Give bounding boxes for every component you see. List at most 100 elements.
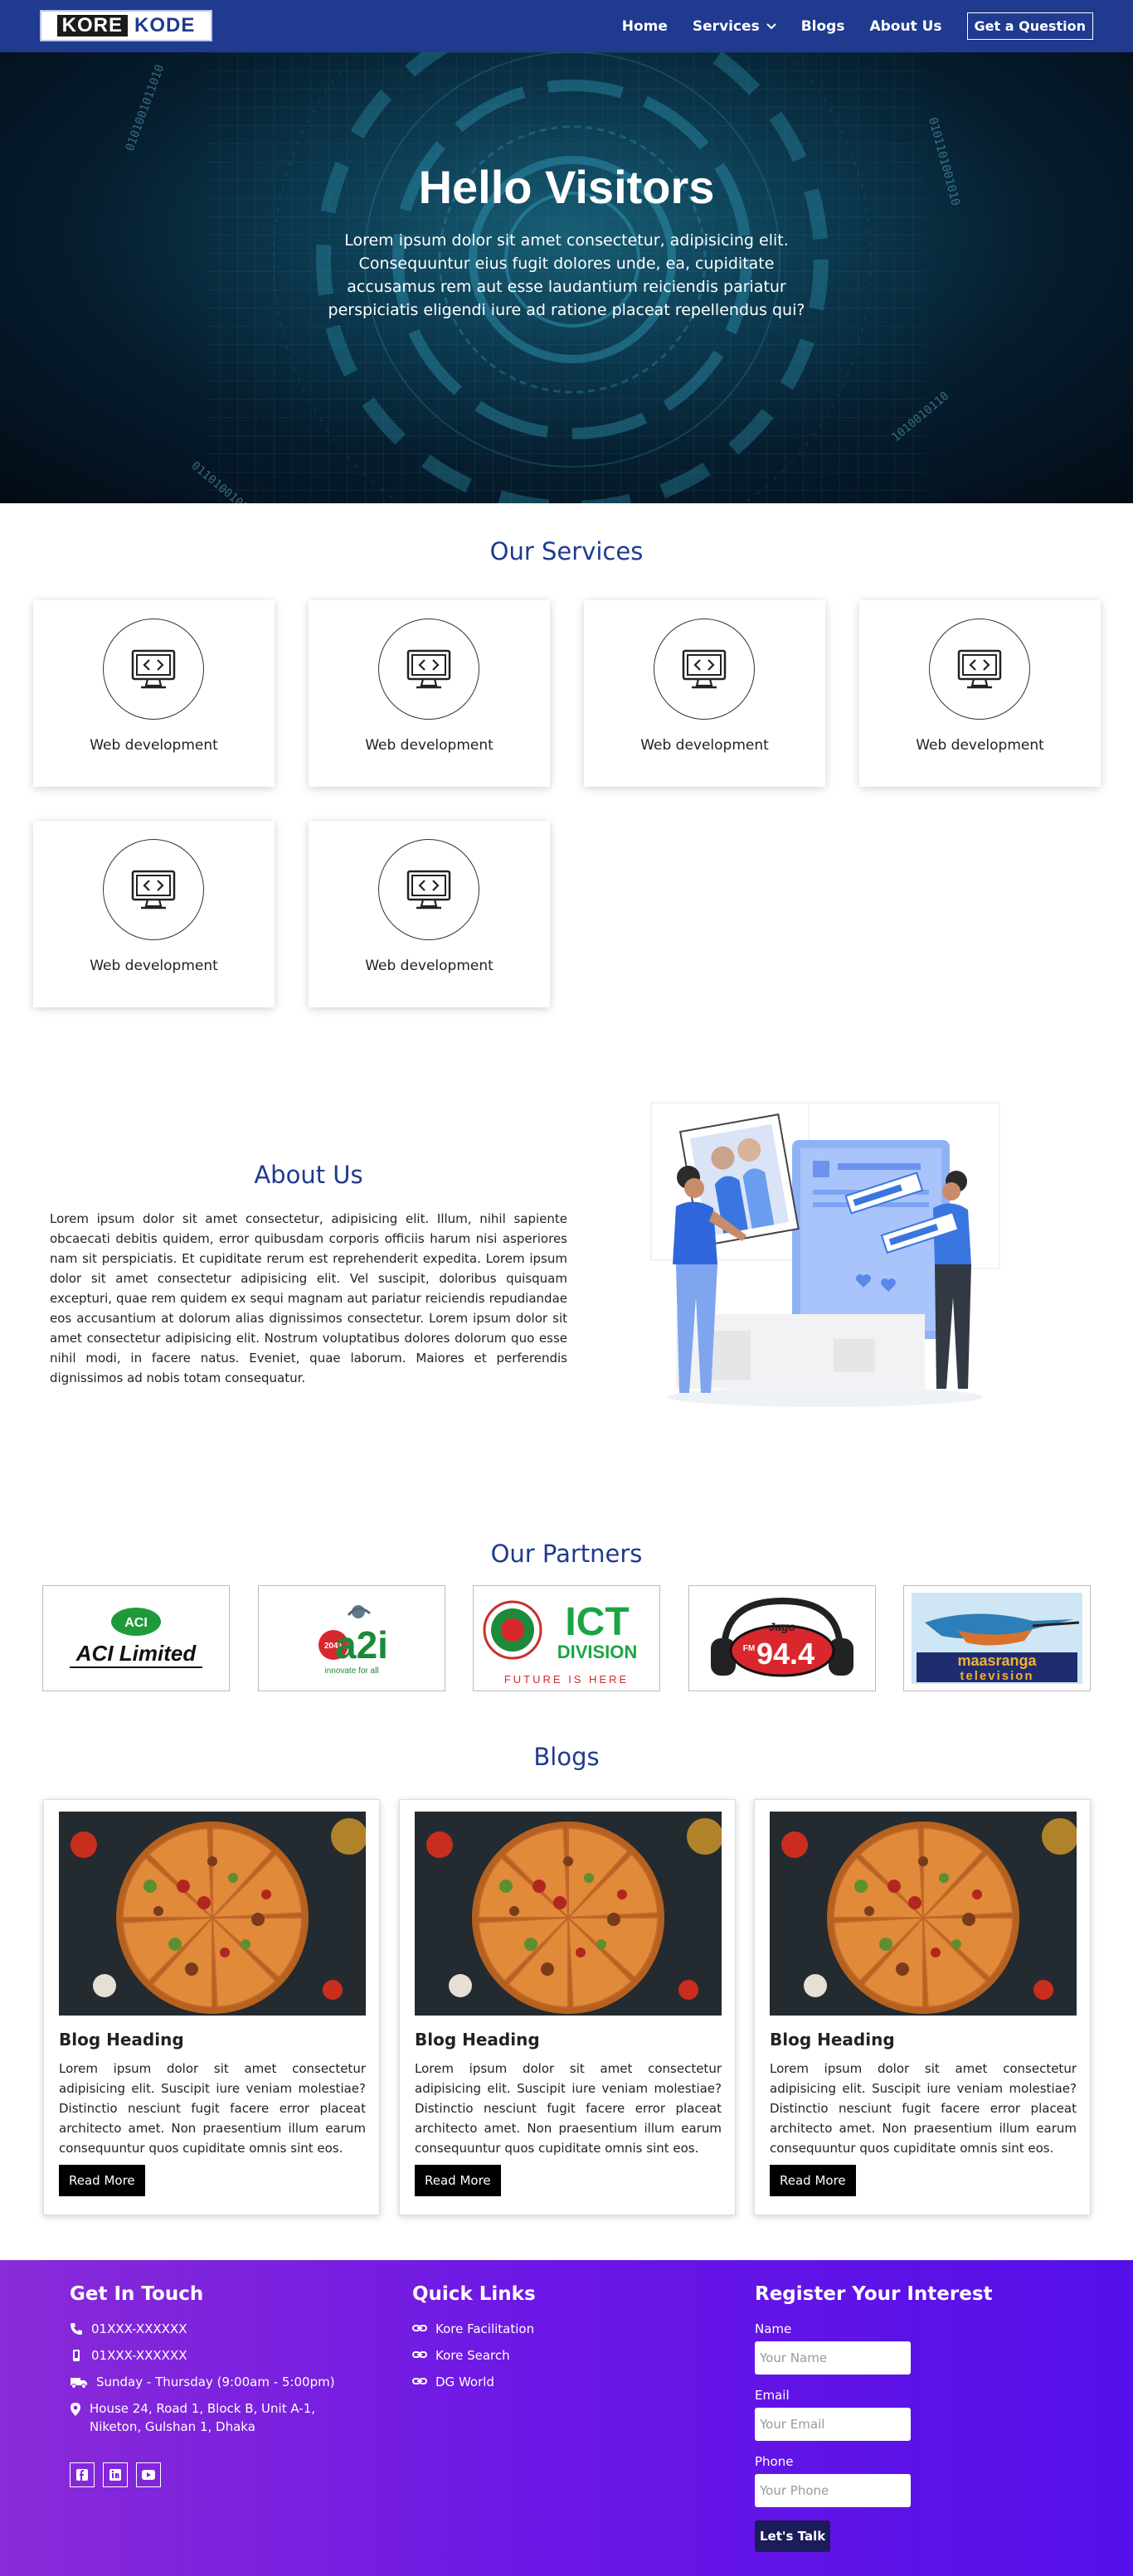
jago-brand-text: Jago <box>769 1620 796 1633</box>
hero-section: 0101001011010 0101101001010 1010010110 0… <box>0 52 1133 503</box>
nav-home-link[interactable]: Home <box>622 18 668 35</box>
contact-address: House 24, Road 1, Block B, Unit A-1, Nik… <box>70 2399 368 2436</box>
monitor-code-icon <box>957 649 1002 689</box>
ict-name-text: ICT <box>565 1600 629 1644</box>
quick-link-label: Kore Facilitation <box>435 2321 535 2336</box>
truck-icon <box>71 2378 87 2389</box>
contact-title: Get In Touch <box>70 2283 204 2305</box>
monitor-code-icon <box>406 870 451 910</box>
contact-phone-1: 01XXX-XXXXXX <box>70 2320 187 2338</box>
facebook-link[interactable] <box>70 2462 95 2487</box>
nav-menu: Home Services Blogs About Us Get a Quest… <box>622 0 1093 52</box>
quick-link-label: DG World <box>435 2375 494 2389</box>
partner-logo-a2i[interactable]: 2041 a2i innovate for all <box>258 1585 445 1691</box>
nav-services-dropdown[interactable]: Services <box>693 18 776 35</box>
link-icon <box>412 2351 427 2358</box>
email-field[interactable] <box>755 2408 911 2441</box>
phone-icon <box>71 2323 82 2335</box>
linkedin-link[interactable] <box>103 2462 128 2487</box>
quick-links-title: Quick Links <box>412 2283 536 2305</box>
logo-kore-text: KORE <box>56 15 128 36</box>
service-icon-circle <box>378 619 479 720</box>
phone-field[interactable] <box>755 2474 911 2507</box>
service-label: Web development <box>90 958 218 974</box>
ict-tagline: FUTURE IS HERE <box>504 1673 629 1686</box>
partners-title: Our Partners <box>490 1540 643 1568</box>
name-field[interactable] <box>755 2341 911 2375</box>
nav-about-link[interactable]: About Us <box>869 18 941 35</box>
service-card[interactable]: Web development <box>33 821 275 1007</box>
partner-logo-jago-fm[interactable]: Jago FM 94.4 <box>688 1585 876 1691</box>
nav-services-label: Services <box>692 17 760 35</box>
service-label: Web development <box>916 737 1044 754</box>
blog-heading: Blog Heading <box>59 2030 184 2050</box>
monitor-code-icon <box>131 870 176 910</box>
get-question-button[interactable]: Get a Question <box>966 12 1093 40</box>
blog-image <box>59 1812 366 2016</box>
contact-hours: Sunday - Thursday (9:00am - 5:00pm) <box>70 2373 335 2391</box>
quick-link-label: Kore Search <box>435 2348 510 2363</box>
hero-description: Lorem ipsum dolor sit amet consectetur, … <box>328 231 805 319</box>
aci-badge-text: ACI <box>124 1616 148 1630</box>
chevron-down-icon <box>766 22 776 29</box>
youtube-link[interactable] <box>136 2462 161 2487</box>
nav-blogs-link[interactable]: Blogs <box>801 18 845 35</box>
blogs-title: Blogs <box>533 1743 600 1771</box>
quick-link-kore-facilitation[interactable]: Kore Facilitation <box>412 2320 534 2338</box>
monitor-code-icon <box>682 649 727 689</box>
pizza-photo <box>59 1812 366 2016</box>
blog-excerpt: Lorem ipsum dolor sit amet consectetur a… <box>770 2061 1077 2156</box>
blog-card: Blog Heading Lorem ipsum dolor sit amet c… <box>399 1799 736 2215</box>
contact-address-text: House 24, Road 1, Block B, Unit A-1, Nik… <box>90 2401 316 2434</box>
quick-link-dg-world[interactable]: DG World <box>412 2373 494 2391</box>
link-icon <box>412 2325 427 2331</box>
jago-frequency-text: 94.4 <box>756 1637 814 1671</box>
youtube-icon <box>142 2470 155 2480</box>
read-more-button[interactable]: Read More <box>415 2165 501 2196</box>
service-icon-circle <box>654 619 755 720</box>
linkedin-icon <box>109 2469 121 2481</box>
service-card[interactable]: Web development <box>309 600 550 787</box>
read-more-button[interactable]: Read More <box>59 2165 145 2196</box>
logo-kode-text: KODE <box>134 14 196 36</box>
read-more-button[interactable]: Read More <box>770 2165 856 2196</box>
site-footer: Get In Touch 01XXX-XXXXXX 01XXX-XXXXXX S… <box>0 2260 1133 2576</box>
service-card[interactable]: Web development <box>859 600 1101 787</box>
name-label: Name <box>755 2321 792 2336</box>
lets-talk-button[interactable]: Let's Talk <box>755 2520 831 2552</box>
service-icon-circle <box>929 619 1030 720</box>
aci-logo-mark: ACI ACI Limited <box>70 1608 202 1668</box>
email-label: Email <box>755 2388 790 2403</box>
blog-card: Blog Heading Lorem ipsum dolor sit amet c… <box>43 1799 380 2215</box>
blog-card: Blog Heading Lorem ipsum dolor sit amet c… <box>754 1799 1091 2215</box>
phone-label: Phone <box>755 2454 794 2469</box>
mobile-icon <box>73 2350 80 2361</box>
maasranga-logo-mark: maasranga television <box>912 1593 1082 1684</box>
service-label: Web development <box>640 737 769 754</box>
monitor-code-icon <box>406 649 451 689</box>
ict-division-logo-mark: ICT DIVISION FUTURE IS HERE <box>483 1600 637 1686</box>
service-card[interactable]: Web development <box>584 600 825 787</box>
service-card[interactable]: Web development <box>33 600 275 787</box>
jago-fm-text: FM <box>743 1644 755 1653</box>
services-title: Our Services <box>489 537 644 565</box>
blog-excerpt: Lorem ipsum dolor sit amet consectetur a… <box>59 2061 366 2156</box>
register-title: Register Your Interest <box>755 2283 993 2305</box>
pizza-photo <box>415 1812 722 2016</box>
service-icon-circle <box>103 619 204 720</box>
service-card[interactable]: Web development <box>309 821 550 1007</box>
about-title: About Us <box>254 1161 363 1189</box>
partner-logo-maasranga[interactable]: maasranga television <box>903 1585 1091 1691</box>
partner-logo-ict-division[interactable]: ICT DIVISION FUTURE IS HERE <box>473 1585 660 1691</box>
a2i-name-text: a2i <box>335 1623 388 1666</box>
map-marker-icon <box>71 2403 80 2416</box>
quick-link-kore-search[interactable]: Kore Search <box>412 2346 510 2365</box>
partner-logo-aci[interactable]: ACI ACI Limited <box>42 1585 230 1691</box>
contact-hours-text: Sunday - Thursday (9:00am - 5:00pm) <box>96 2375 335 2389</box>
blog-image <box>415 1812 722 2016</box>
link-icon <box>412 2378 427 2384</box>
service-icon-circle <box>103 839 204 940</box>
maasranga-name-text: maasranga <box>957 1652 1037 1669</box>
kore-kode-logo[interactable]: KORE KODE <box>40 10 212 41</box>
blog-excerpt: Lorem ipsum dolor sit amet consectetur a… <box>415 2061 722 2156</box>
